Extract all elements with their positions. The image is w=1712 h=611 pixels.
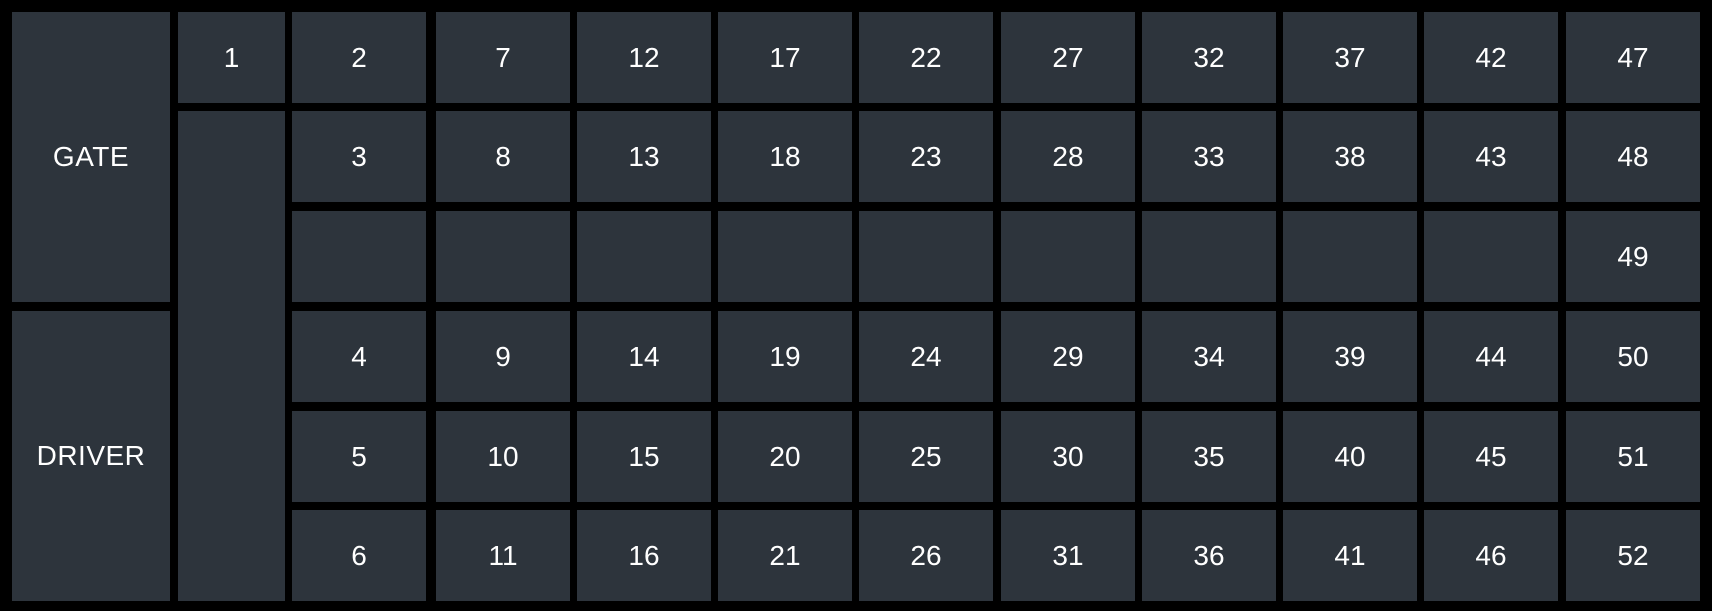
seat-7[interactable]: 7 <box>436 12 570 103</box>
seat-50[interactable]: 50 <box>1566 311 1700 402</box>
seat-32[interactable]: 32 <box>1142 12 1276 103</box>
empty-cell <box>292 211 426 302</box>
seat-5[interactable]: 5 <box>292 411 426 502</box>
seat-26[interactable]: 26 <box>859 510 993 601</box>
seat-36[interactable]: 36 <box>1142 510 1276 601</box>
empty-cell <box>436 211 570 302</box>
seat-19[interactable]: 19 <box>718 311 852 402</box>
seat-17[interactable]: 17 <box>718 12 852 103</box>
seat-42[interactable]: 42 <box>1424 12 1558 103</box>
empty-cell <box>1142 211 1276 302</box>
seat-22[interactable]: 22 <box>859 12 993 103</box>
seat-45[interactable]: 45 <box>1424 411 1558 502</box>
empty-cell <box>1424 211 1558 302</box>
seat-48[interactable]: 48 <box>1566 111 1700 202</box>
seat-51[interactable]: 51 <box>1566 411 1700 502</box>
seat-15[interactable]: 15 <box>577 411 711 502</box>
seat-37[interactable]: 37 <box>1283 12 1417 103</box>
seat-52[interactable]: 52 <box>1566 510 1700 601</box>
empty-cell <box>859 211 993 302</box>
seat-4[interactable]: 4 <box>292 311 426 402</box>
seat-35[interactable]: 35 <box>1142 411 1276 502</box>
seat-38[interactable]: 38 <box>1283 111 1417 202</box>
seat-46[interactable]: 46 <box>1424 510 1558 601</box>
seat-29[interactable]: 29 <box>1001 311 1135 402</box>
seat-12[interactable]: 12 <box>577 12 711 103</box>
gate-label: GATE <box>12 12 170 302</box>
seat-25[interactable]: 25 <box>859 411 993 502</box>
seat-13[interactable]: 13 <box>577 111 711 202</box>
seat-40[interactable]: 40 <box>1283 411 1417 502</box>
seat-43[interactable]: 43 <box>1424 111 1558 202</box>
seat-16[interactable]: 16 <box>577 510 711 601</box>
seat-3[interactable]: 3 <box>292 111 426 202</box>
seat-47[interactable]: 47 <box>1566 12 1700 103</box>
empty-cell <box>1001 211 1135 302</box>
seat-44[interactable]: 44 <box>1424 311 1558 402</box>
seat-2[interactable]: 2 <box>292 12 426 103</box>
seat-28[interactable]: 28 <box>1001 111 1135 202</box>
seat-8[interactable]: 8 <box>436 111 570 202</box>
seat-9[interactable]: 9 <box>436 311 570 402</box>
seat-33[interactable]: 33 <box>1142 111 1276 202</box>
seat-1[interactable]: 1 <box>178 12 285 103</box>
seat-39[interactable]: 39 <box>1283 311 1417 402</box>
seat-20[interactable]: 20 <box>718 411 852 502</box>
seat-27[interactable]: 27 <box>1001 12 1135 103</box>
empty-cell <box>577 211 711 302</box>
seat-31[interactable]: 31 <box>1001 510 1135 601</box>
seat-34[interactable]: 34 <box>1142 311 1276 402</box>
seat-14[interactable]: 14 <box>577 311 711 402</box>
seat-23[interactable]: 23 <box>859 111 993 202</box>
empty-cell <box>718 211 852 302</box>
driver-label: DRIVER <box>12 311 170 601</box>
seat-11[interactable]: 11 <box>436 510 570 601</box>
seat-6[interactable]: 6 <box>292 510 426 601</box>
seat-30[interactable]: 30 <box>1001 411 1135 502</box>
seat-24[interactable]: 24 <box>859 311 993 402</box>
aisle <box>178 111 285 601</box>
empty-cell <box>1283 211 1417 302</box>
seat-10[interactable]: 10 <box>436 411 570 502</box>
seat-21[interactable]: 21 <box>718 510 852 601</box>
seat-18[interactable]: 18 <box>718 111 852 202</box>
seat-49[interactable]: 49 <box>1566 211 1700 302</box>
seat-map: GATE DRIVER 1 2 3 4 5 6 7 8 9 10 11 12 13 14 15 16 17 18… <box>0 0 1712 611</box>
seat-41[interactable]: 41 <box>1283 510 1417 601</box>
